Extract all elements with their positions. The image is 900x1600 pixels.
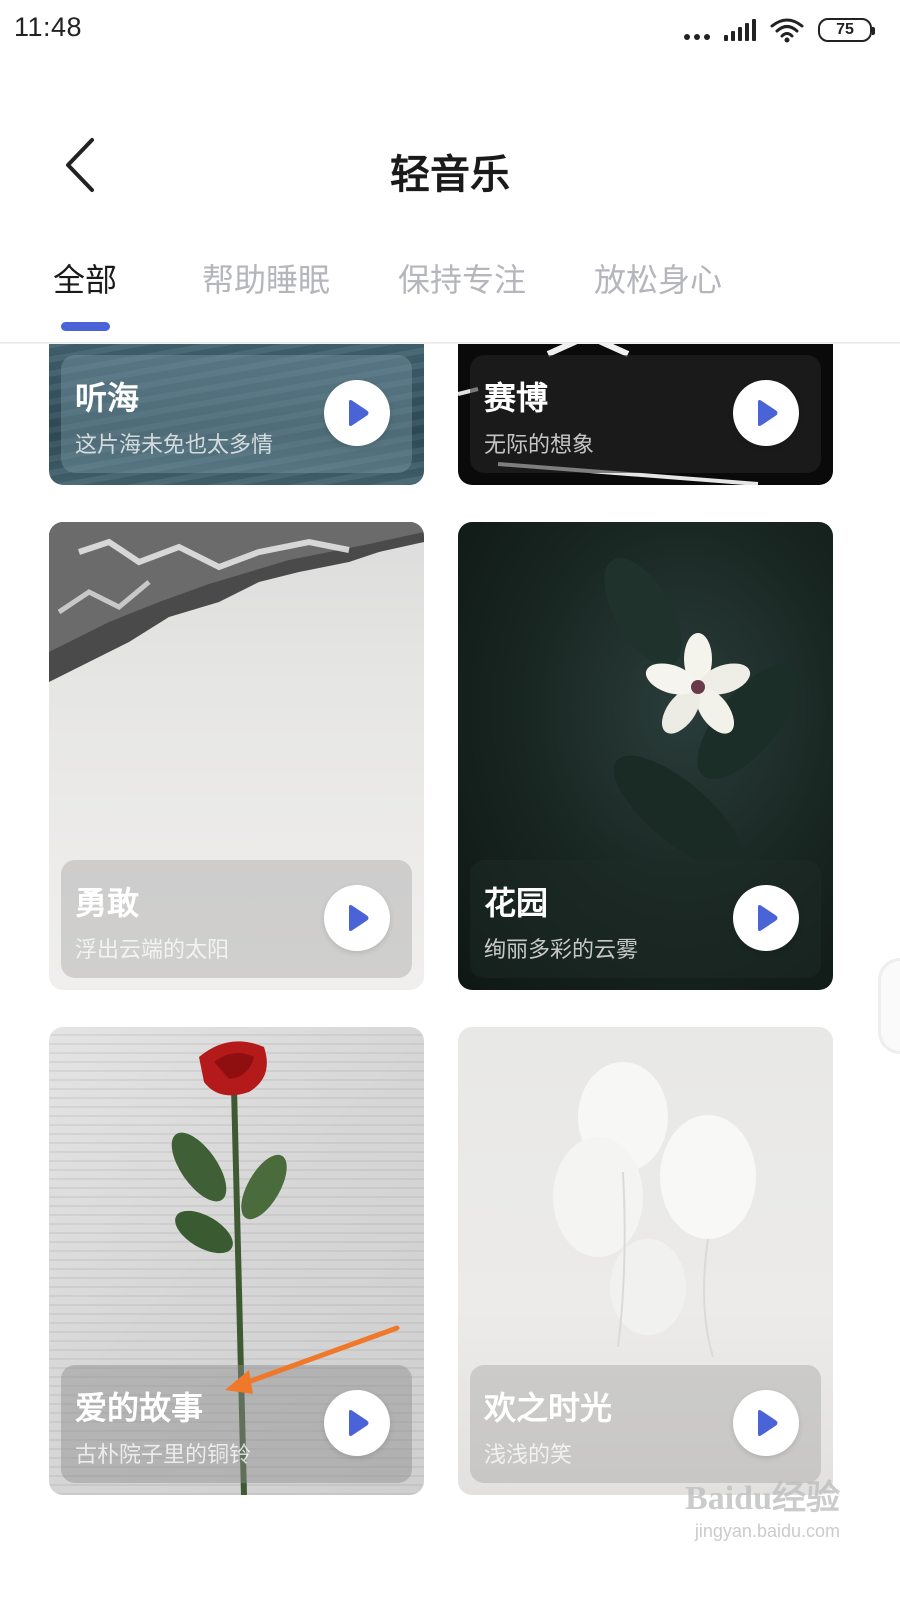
tab-focus[interactable]: 保持专注 — [398, 255, 526, 301]
play-button[interactable] — [324, 380, 390, 446]
tab-bar: 全部 帮助睡眠 保持专注 放松身心 — [0, 255, 900, 345]
page-title: 轻音乐 — [390, 152, 510, 198]
card-info-panel: 欢之时光 浅浅的笑 — [470, 1365, 821, 1483]
music-card-brave[interactable]: 勇敢 浮出云端的太阳 — [49, 522, 424, 990]
card-info-panel: 勇敢 浮出云端的太阳 — [61, 860, 412, 978]
battery-icon: 75 — [818, 18, 875, 42]
music-card-love-story[interactable]: 爱的故事 古朴院子里的铜铃 — [49, 1027, 424, 1495]
card-subtitle: 无际的想象 — [484, 433, 595, 458]
tab-all[interactable]: 全部 — [53, 255, 117, 301]
status-icons: 75 — [684, 14, 875, 46]
status-time: 11:48 — [14, 12, 83, 42]
signal-icon — [724, 19, 756, 41]
play-icon — [758, 400, 778, 426]
annotation-arrow-icon — [225, 1325, 400, 1394]
card-info-panel: 赛博 无际的想象 — [470, 355, 821, 473]
card-info-panel: 花园 绚丽多彩的云雾 — [470, 860, 821, 978]
play-button[interactable] — [324, 885, 390, 951]
card-title: 花园 — [484, 884, 549, 922]
card-subtitle: 浮出云端的太阳 — [75, 938, 230, 963]
card-subtitle: 这片海未免也太多情 — [75, 433, 274, 458]
tab-indicator — [61, 322, 110, 331]
side-drag-handle[interactable] — [878, 958, 900, 1054]
play-icon — [758, 1410, 778, 1436]
card-title: 爱的故事 — [75, 1389, 204, 1427]
more-dots-icon — [684, 20, 710, 40]
play-button[interactable] — [733, 885, 799, 951]
play-icon — [349, 400, 369, 426]
music-card-garden[interactable]: 花园 绚丽多彩的云雾 — [458, 522, 833, 990]
wifi-icon — [770, 18, 804, 43]
music-grid: 听海 这片海未免也太多情 赛博 无际的想象 勇敢 浮出云端的太阳 花园 绚丽多彩… — [0, 344, 900, 1600]
card-title: 欢之时光 — [484, 1389, 613, 1427]
card-subtitle: 浅浅的笑 — [484, 1443, 573, 1468]
play-icon — [349, 905, 369, 931]
status-bar: 11:48 75 — [0, 0, 900, 60]
music-card-ocean[interactable]: 听海 这片海未免也太多情 — [49, 344, 424, 485]
play-button[interactable] — [733, 380, 799, 446]
music-card-happy-time[interactable]: 欢之时光 浅浅的笑 — [458, 1027, 833, 1495]
header: 轻音乐 — [0, 60, 900, 280]
card-title: 勇敢 — [75, 884, 140, 922]
card-subtitle: 古朴院子里的铜铃 — [75, 1443, 252, 1468]
watermark-url: jingyan.baidu.com — [694, 1521, 840, 1541]
watermark-logo: Baidu经验 — [685, 1480, 840, 1517]
play-button[interactable] — [733, 1390, 799, 1456]
card-info-panel: 听海 这片海未免也太多情 — [61, 355, 412, 473]
tab-sleep[interactable]: 帮助睡眠 — [202, 255, 330, 301]
card-subtitle: 绚丽多彩的云雾 — [484, 938, 639, 963]
music-card-cyber[interactable]: 赛博 无际的想象 — [458, 344, 833, 485]
card-title: 赛博 — [484, 379, 549, 417]
tab-relax[interactable]: 放松身心 — [594, 255, 722, 301]
play-icon — [758, 905, 778, 931]
play-icon — [349, 1410, 369, 1436]
card-title: 听海 — [75, 379, 140, 417]
watermark: Baidu经验 jingyan.baidu.com — [685, 1470, 840, 1542]
